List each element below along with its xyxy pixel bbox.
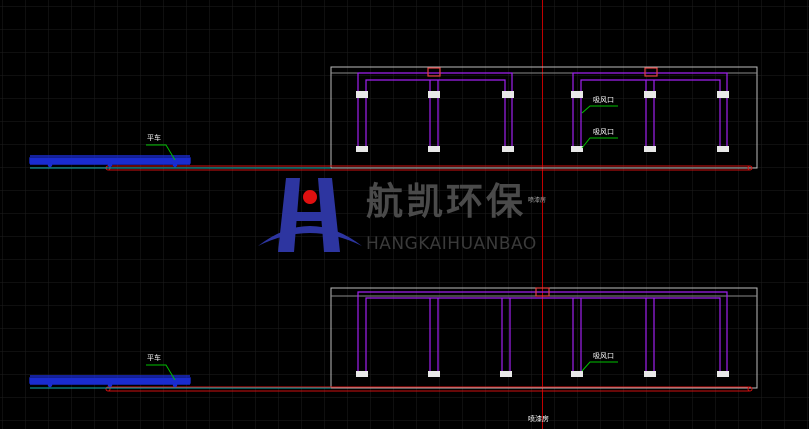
upper-cart-label: 平车 — [147, 134, 161, 142]
upper-center-tag: 喷漆房 — [528, 197, 547, 204]
watermark-name-cn: 航凯环保 — [366, 180, 526, 223]
lower-cart-label: 平车 — [147, 354, 161, 362]
watermark-name-en: HANGKAIHUANBAO — [366, 234, 537, 254]
upper-vent-label-2: 吸风口 — [593, 128, 614, 136]
lower-room-label: 喷漆房 — [528, 415, 549, 423]
lower-vent-label: 吸风口 — [593, 352, 614, 360]
upper-vent-label-1: 吸风口 — [593, 96, 614, 104]
